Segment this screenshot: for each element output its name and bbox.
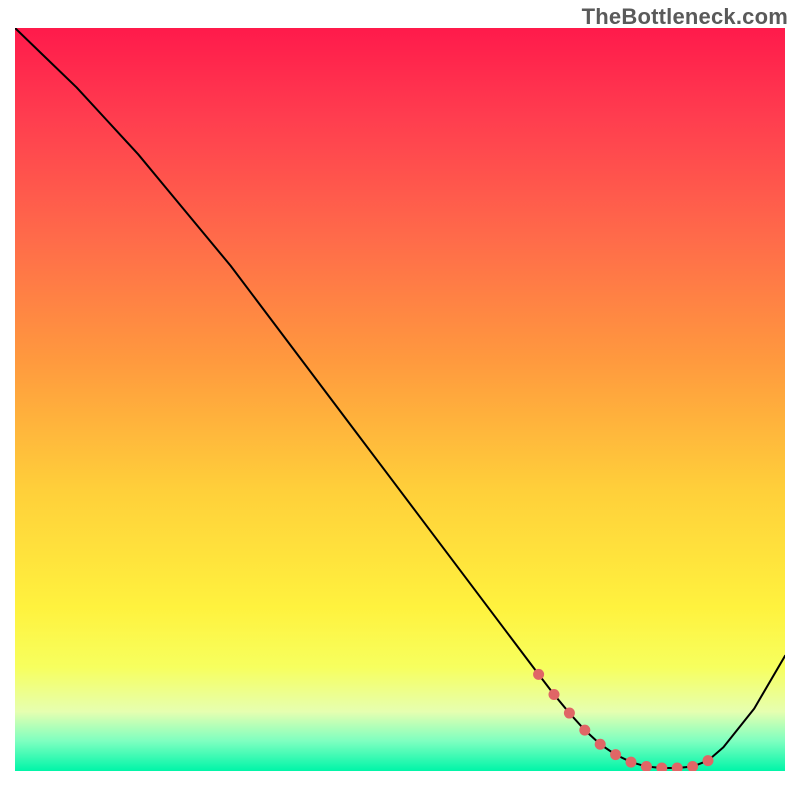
valley-dot: [626, 757, 637, 768]
valley-dot: [672, 763, 683, 771]
bottleneck-curve-line: [15, 28, 785, 768]
valley-dot: [703, 755, 714, 766]
valley-dot: [579, 725, 590, 736]
valley-dot: [656, 763, 667, 771]
valley-dot: [533, 669, 544, 680]
chart-svg: [15, 28, 785, 771]
valley-dot: [641, 761, 652, 771]
valley-dot: [610, 749, 621, 760]
valley-dot: [595, 739, 606, 750]
valley-dot: [564, 708, 575, 719]
valley-dot-markers: [533, 669, 713, 771]
plot-area: [15, 28, 785, 771]
valley-dot: [549, 689, 560, 700]
watermark-text: TheBottleneck.com: [582, 4, 788, 30]
valley-dot: [687, 761, 698, 771]
